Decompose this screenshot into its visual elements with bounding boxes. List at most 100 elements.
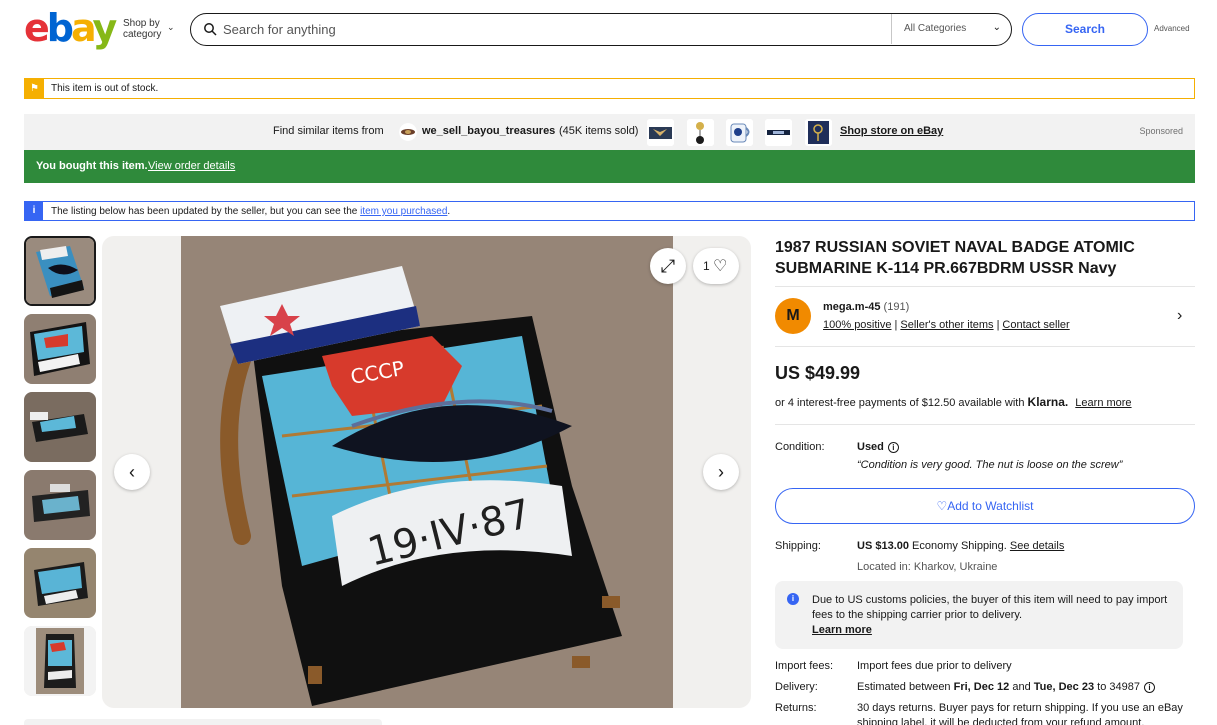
next-image-button[interactable]: › [703,454,739,490]
expand-icon[interactable]: ⤢ [650,248,686,284]
add-to-watchlist-button[interactable]: ♡Add to Watchlist [775,488,1195,524]
gallery-thumbnail[interactable] [24,470,96,540]
import-fees-value: Import fees due prior to delivery [857,660,1012,672]
store-name-link[interactable]: we_sell_bayou_treasures [422,125,555,137]
item-price: US $49.99 [775,363,861,383]
delivery-end-date: Tue, Dec 23 [1033,681,1095,693]
view-order-details-link[interactable]: View order details [148,160,235,172]
bought-text: You bought this item. [36,160,148,172]
klarna-text: or 4 interest-free payments of $12.50 av… [775,397,1025,409]
seller-other-items-link[interactable]: Seller's other items [900,319,993,331]
divider [775,286,1195,287]
seller-name[interactable]: mega.m-45 (191) [823,301,909,313]
gallery-thumbnail[interactable] [24,314,96,384]
category-label: category [123,29,162,40]
heart-icon: ♡ [936,499,948,513]
delivery-start-date: Fri, Dec 12 [953,681,1010,693]
similar-label: Find similar items from [273,125,384,137]
returns-value-line2: shipping label, it will be deducted from… [857,717,1145,725]
divider [775,346,1195,347]
out-of-stock-text: This item is out of stock. [51,83,159,94]
separator: | [996,319,1000,331]
listing-updated-banner: i The listing below has been updated by … [24,201,1195,221]
chevron-down-icon: ⌄ [167,22,175,32]
divider [775,424,1195,425]
shop-by-category-button[interactable]: Shop by category ⌄ [123,18,175,40]
updated-end: . [447,206,451,217]
item-title: 1987 RUSSIAN SOVIET NAVAL BADGE ATOMIC S… [775,239,1135,277]
flag-icon: ⚑ [25,79,44,98]
shop-store-link[interactable]: Shop store on eBay [840,125,943,137]
search-button[interactable]: Search [1022,13,1148,46]
similar-item-thumbnail[interactable] [765,119,792,146]
gallery-thumbnail[interactable] [24,548,96,618]
shipping-value: US $13.00 Economy Shipping. See details [857,540,1064,552]
shop-by-label: Shop by [123,18,160,29]
updated-text: The listing below has been updated by th… [51,206,358,217]
badge-photo: СССР 19·IV·87 [181,236,673,708]
gallery-thumbnail[interactable] [24,236,96,306]
similar-item-thumbnail[interactable] [805,119,832,146]
listing-updated-text: The listing below has been updated by th… [51,206,450,217]
advanced-search-link[interactable]: Advanced [1154,24,1190,33]
chevron-right-icon[interactable]: › [1177,307,1182,325]
category-select[interactable]: All Categories ⌄ [891,14,1011,44]
shipping-label: Shipping: [775,540,821,552]
item-location: Located in: Kharkov, Ukraine [857,561,998,573]
seller-avatar[interactable]: M [775,298,811,334]
delivery-label: Delivery: [775,681,818,693]
condition-value: Used i [857,441,899,453]
watch-count: 1 [703,259,710,273]
returns-value: 30 days returns. Buyer pays for return s… [857,702,1183,714]
out-of-stock-banner: ⚑ This item is out of stock. [24,78,1195,99]
positive-feedback-link[interactable]: 100% positive [823,319,892,331]
category-select-value: All Categories [904,23,967,34]
returns-label: Returns: [775,702,817,714]
import-fees-label: Import fees: [775,660,834,672]
search-input[interactable] [223,20,873,38]
gallery-thumbnail[interactable] [24,392,96,462]
info-icon[interactable]: i [1143,682,1155,693]
klarna-payment-info: or 4 interest-free payments of $12.50 av… [775,395,1132,409]
condition-value-text: Used [857,441,884,453]
customs-notice: i Due to US customs policies, the buyer … [775,581,1183,649]
main-product-image[interactable]: СССР 19·IV·87 ⤢ ‹ › [102,236,751,708]
gallery-thumbnail[interactable] [24,626,96,696]
header: ebay Shop by category ⌄ All Categories ⌄… [0,0,1217,60]
ebay-logo[interactable]: ebay [24,8,117,48]
shipping-price: US $13.00 [857,540,909,552]
previous-image-button[interactable]: ‹ [114,454,150,490]
contact-seller-link[interactable]: Contact seller [1002,319,1069,331]
shipping-method: Economy Shipping. [912,540,1007,552]
info-icon: i [787,593,799,605]
similar-item-thumbnail[interactable] [687,119,714,146]
bought-item-banner: You bought this item. View order details [24,150,1195,183]
store-sold-count: (45K items sold) [559,125,639,137]
similar-items-bar: Find similar items from we_sell_bayou_tr… [24,114,1195,150]
see-details-link[interactable]: See details [1010,540,1064,552]
similar-item-thumbnail[interactable] [726,119,753,146]
info-icon[interactable]: i [887,442,899,453]
heart-icon: ♡ [713,258,728,275]
delivery-value: Estimated between Fri, Dec 12 and Tue, D… [857,681,1155,693]
seller-links: 100% positive | Seller's other items | Conta… [823,319,1070,331]
customs-text: Due to US customs policies, the buyer of… [812,594,1168,621]
item-purchased-link[interactable]: item you purchased [360,206,447,217]
klarna-logo: Klarna. [1027,395,1069,409]
watchlist-label: Add to Watchlist [947,499,1034,513]
seller-feedback-count: (191) [883,301,910,313]
delivery-prefix: Estimated between [857,681,951,693]
info-icon: i [25,202,43,220]
separator: | [894,319,898,331]
customs-learn-more-link[interactable]: Learn more [812,624,872,636]
condition-note: “Condition is very good. The nut is loos… [857,459,1123,471]
condition-label: Condition: [775,441,825,453]
klarna-learn-more-link[interactable]: Learn more [1075,397,1131,409]
search-icon [204,23,217,36]
sponsored-label: Sponsored [1139,126,1183,136]
seller-name-text: mega.m-45 [823,301,881,313]
search-bar: All Categories ⌄ [190,13,1012,46]
similar-item-thumbnail[interactable] [647,119,674,146]
watch-count-button[interactable]: 1 ♡ [693,248,739,284]
chevron-down-icon: ⌄ [992,22,1001,33]
